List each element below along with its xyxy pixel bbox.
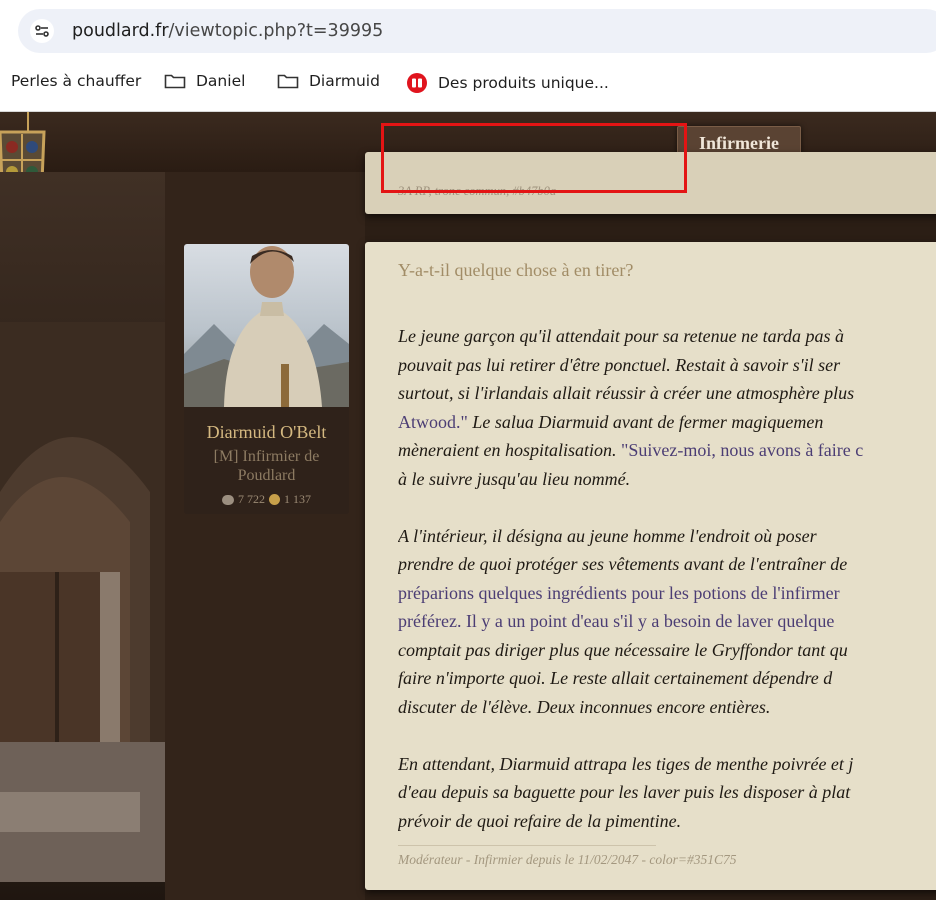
narration-text: A l'intérieur, il désigna au jeune homme… xyxy=(398,525,817,546)
post-line: surtout, si l'irlandais allait réussir à… xyxy=(398,379,936,408)
post-line: discuter de l'élève. Deux inconnues enco… xyxy=(398,693,936,722)
highlight-box xyxy=(381,123,687,193)
coins-count: 1 137 xyxy=(284,492,311,506)
post-line: A l'intérieur, il désigna au jeune homme… xyxy=(398,522,936,551)
folder-icon xyxy=(164,74,186,89)
narration-text: discuter de l'élève. Deux inconnues enco… xyxy=(398,696,771,717)
author-name[interactable]: Diarmuid O'Belt xyxy=(184,422,349,443)
messages-count: 7 722 xyxy=(238,492,265,506)
bookmark-label: Diarmuid xyxy=(309,72,380,90)
post-line: prendre de quoi protéger ses vêtements a… xyxy=(398,550,936,579)
narration-text: mèneraient en hospitalisation. xyxy=(398,440,621,460)
forum-page: Infirmerie 3A RP, tronc commun, #b47b0a … xyxy=(0,112,936,900)
url-text[interactable]: poudlard.fr/viewtopic.php?t=39995 xyxy=(72,21,383,41)
narration-text: prévoir de quoi refaire de la pimentine. xyxy=(398,810,682,831)
bookmark-produits[interactable]: Des produits unique... xyxy=(406,72,609,94)
coin-icon xyxy=(269,494,280,505)
dialogue-text: "Suivez-moi, nous avons à faire c xyxy=(620,440,864,460)
red-logo-icon xyxy=(407,73,427,93)
post-line: mèneraient en hospitalisation. "Suivez-m… xyxy=(398,436,936,465)
narration-text: Le salua Diarmuid avant de fermer magiqu… xyxy=(467,411,824,432)
dialogue-text: Atwood." xyxy=(398,411,468,432)
narration-text: d'eau depuis sa baguette pour les laver … xyxy=(398,782,851,802)
narration-text: à le suivre jusqu'au lieu nommé. xyxy=(398,468,631,489)
post-line: prévoir de quoi refaire de la pimentine. xyxy=(398,807,936,836)
post-line: En attendant, Diarmuid attrapa les tiges… xyxy=(398,750,936,779)
post-line: préférez. Il y a un point d'eau s'il y a… xyxy=(398,607,936,636)
bookmark-label: Perles à chauffer xyxy=(11,72,142,90)
narration-text: surtout, si l'irlandais allait réussir à… xyxy=(398,383,855,403)
folder-icon xyxy=(277,74,299,89)
messages-icon xyxy=(222,494,234,505)
bookmark-folder-daniel[interactable]: Daniel xyxy=(164,72,245,90)
author-rank: [M] Infirmier de Poudlard xyxy=(213,448,320,484)
narration-text: faire n'importe quoi. Le reste allait ce… xyxy=(398,668,833,688)
signature-divider xyxy=(398,845,656,846)
post-line: Le jeune garçon qu'il attendait pour sa … xyxy=(398,322,936,351)
post-line: faire n'importe quoi. Le reste allait ce… xyxy=(398,664,936,693)
bookmark-folder-diarmuid[interactable]: Diarmuid xyxy=(277,72,380,90)
dialogue-text: préparions quelques ingrédients pour les… xyxy=(398,582,840,603)
post-line xyxy=(398,493,936,522)
address-bar[interactable]: poudlard.fr/viewtopic.php?t=39995 xyxy=(18,9,936,53)
avatar[interactable] xyxy=(184,244,349,407)
author-profile: Diarmuid O'Belt [M] Infirmier de Poudlar… xyxy=(184,244,349,514)
dialogue-text: préférez. Il y a un point d'eau s'il y a… xyxy=(398,611,835,631)
post-line: à le suivre jusqu'au lieu nommé. xyxy=(398,465,936,494)
narration-text: comptait pas diriger plus que nécessaire… xyxy=(398,639,848,660)
post-line: pouvait pas lui retirer d'être ponctuel.… xyxy=(398,351,936,380)
narration-text: Le jeune garçon qu'il attendait pour sa … xyxy=(398,326,844,346)
bookmarks-bar: Perles à chauffer Daniel Diarmuid Des pr… xyxy=(0,64,936,100)
bookmark-label: Daniel xyxy=(196,72,246,90)
post-line xyxy=(398,721,936,750)
url-host: poudlard.fr xyxy=(72,21,169,41)
post-body: Y-a-t-il quelque chose à en tirer? Le je… xyxy=(365,242,936,890)
narration-text: En attendant, Diarmuid attrapa les tiges… xyxy=(398,753,854,774)
site-settings-icon[interactable] xyxy=(30,19,54,43)
bookmark-perles[interactable]: Perles à chauffer xyxy=(11,72,141,90)
post-line: comptait pas diriger plus que nécessaire… xyxy=(398,636,936,665)
author-stats: 7 722 1 137 xyxy=(184,492,349,507)
bookmark-label: Des produits unique... xyxy=(438,74,609,92)
post-line: préparions quelques ingrédients pour les… xyxy=(398,579,936,608)
browser-chrome: poudlard.fr/viewtopic.php?t=39995 Perles… xyxy=(0,0,936,112)
post-text: Le jeune garçon qu'il attendait pour sa … xyxy=(398,322,936,835)
post-title[interactable]: Y-a-t-il quelque chose à en tirer? xyxy=(398,260,633,281)
narration-text: pouvait pas lui retirer d'être ponctuel.… xyxy=(398,354,841,375)
post-line: d'eau depuis sa baguette pour les laver … xyxy=(398,778,936,807)
narration-text: prendre de quoi protéger ses vêtements a… xyxy=(398,554,848,574)
post-line: Atwood." Le salua Diarmuid avant de ferm… xyxy=(398,408,936,437)
door-illustration xyxy=(0,322,165,882)
url-path: /viewtopic.php?t=39995 xyxy=(168,21,384,41)
post-signature: Modérateur - Infirmier depuis le 11/02/2… xyxy=(398,852,737,867)
